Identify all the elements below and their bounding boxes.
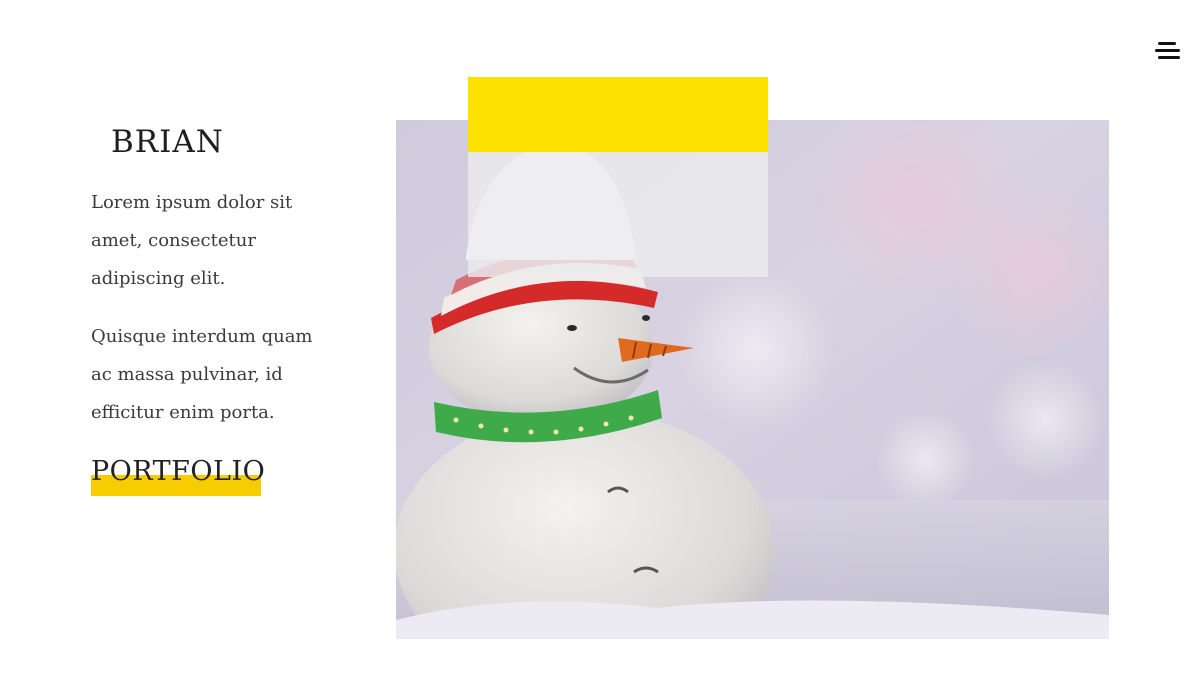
frosted-overlay-block: [468, 152, 768, 277]
hamburger-menu-icon[interactable]: [1152, 38, 1182, 64]
portfolio-label: PORTFOLIO: [91, 456, 266, 487]
page-title: BRIAN: [111, 124, 224, 160]
menu-bar-bottom: [1158, 56, 1180, 59]
portfolio-link[interactable]: PORTFOLIO: [91, 452, 265, 496]
menu-bar-top: [1158, 42, 1176, 45]
page: BRIAN Lorem ipsum dolor sit amet, consec…: [0, 0, 1200, 695]
menu-bar-middle: [1155, 49, 1180, 52]
intro-paragraph-2: Quisque interdum quam ac massa pulvinar,…: [91, 326, 313, 423]
accent-yellow-block: [468, 77, 768, 152]
intro-paragraph-1: Lorem ipsum dolor sit amet, consectetur …: [91, 192, 293, 289]
